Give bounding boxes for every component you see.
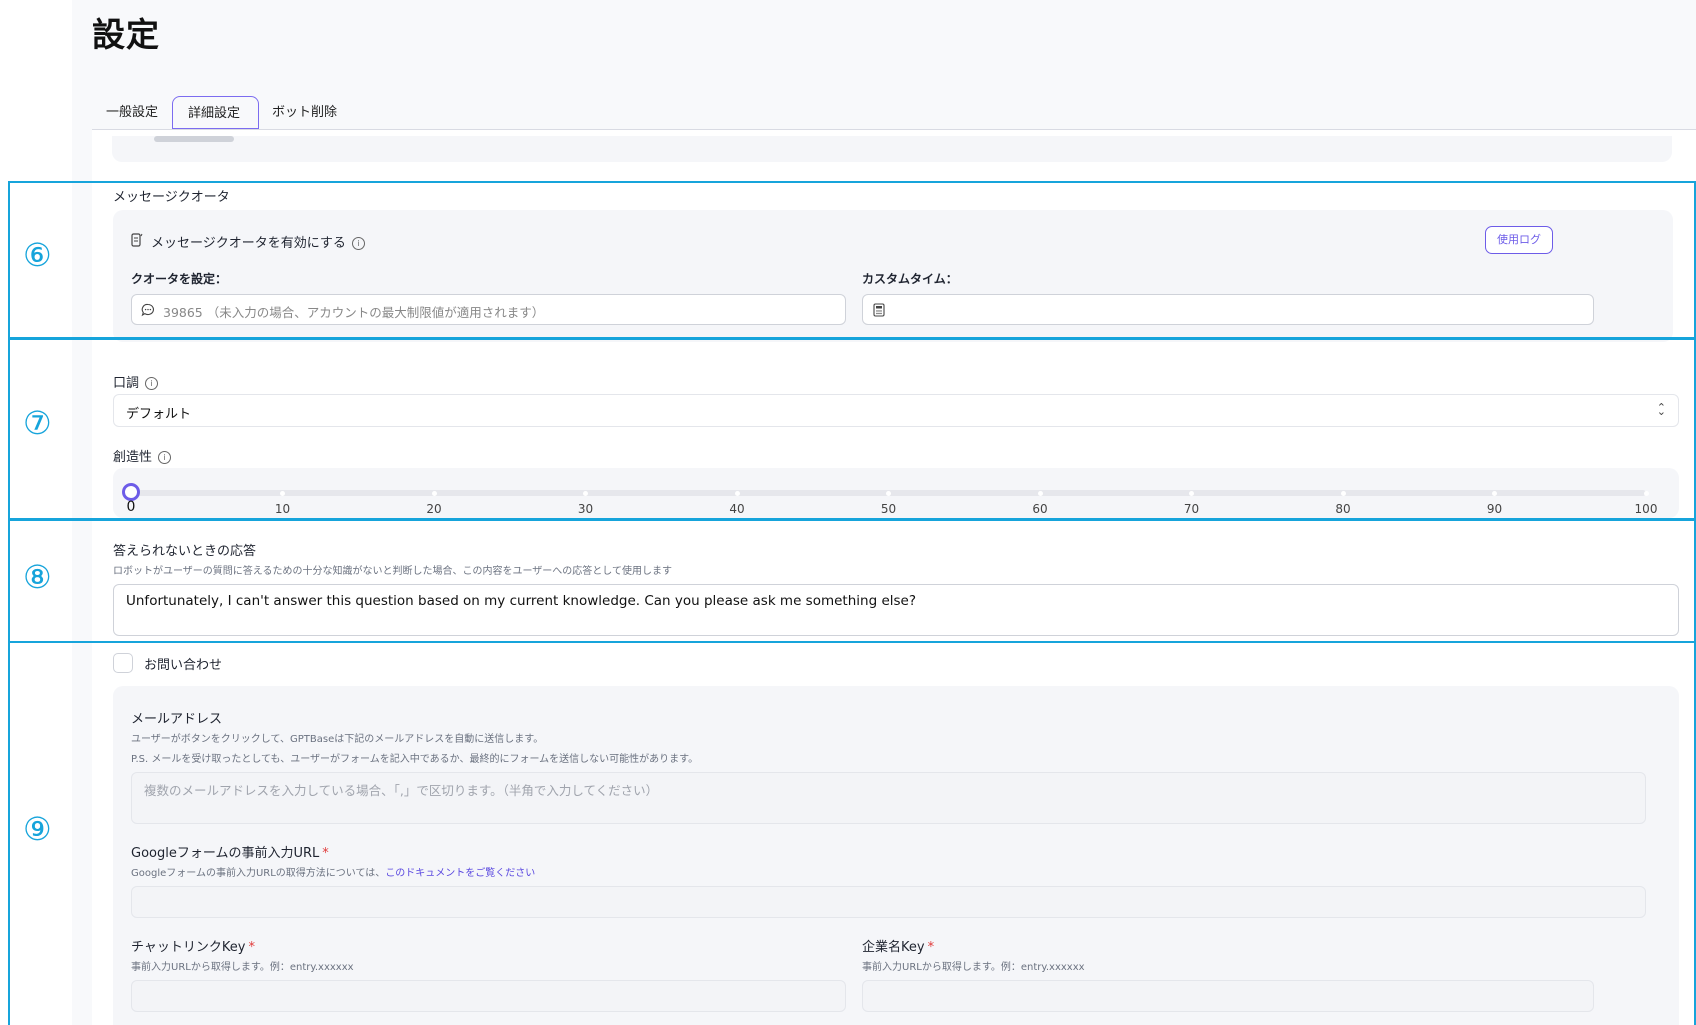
previous-section-panel	[112, 136, 1672, 162]
tab-delete-bot[interactable]: ボット削除	[272, 96, 337, 130]
tab-general-settings[interactable]: 一般設定	[106, 96, 158, 130]
annotation-box-7	[8, 338, 1696, 520]
annotation-number-7: ⑦	[23, 404, 52, 442]
annotation-box-9	[8, 641, 1696, 1025]
annotation-number-6: ⑥	[23, 236, 52, 274]
page-title: 設定	[92, 15, 160, 54]
annotation-number-8: ⑧	[23, 558, 52, 596]
previous-section-text	[154, 136, 234, 142]
tab-advanced-settings[interactable]: 詳細設定	[172, 96, 259, 130]
annotation-box-6	[8, 181, 1696, 339]
annotation-number-9: ⑨	[23, 810, 52, 848]
annotation-box-8	[8, 519, 1696, 643]
